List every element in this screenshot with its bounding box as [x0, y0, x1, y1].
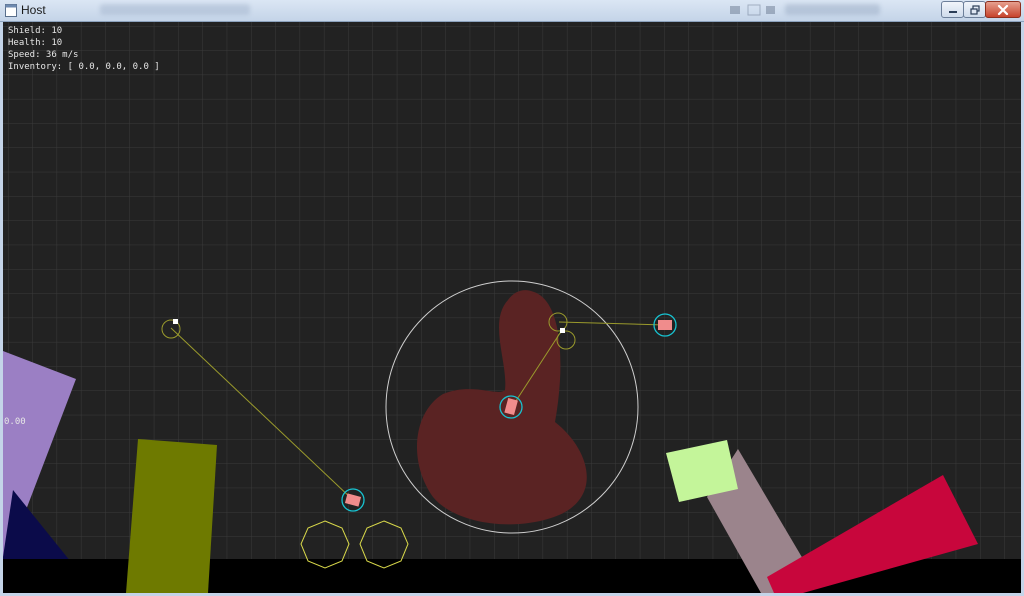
close-button[interactable]	[985, 1, 1021, 18]
minimize-icon	[948, 10, 957, 13]
game-window: Host Shield: 10 Health: 10 Speed: 36 m/s…	[0, 0, 1024, 596]
maximize-button[interactable]	[963, 1, 986, 18]
axis-value-label: 0.00	[4, 417, 26, 427]
shield-readout: Shield: 10	[8, 26, 63, 36]
maximize-icon	[969, 4, 980, 15]
game-viewport[interactable]: Shield: 10 Health: 10 Speed: 36 m/s Inve…	[3, 22, 1021, 593]
blurred-status-text	[785, 4, 880, 15]
blurred-caption-text	[100, 4, 250, 15]
window-icon	[5, 4, 17, 17]
grapple-point-left	[173, 319, 178, 324]
health-readout: Health: 10	[8, 38, 63, 48]
hud-panel: Shield: 10 Health: 10 Speed: 36 m/s Inve…	[8, 25, 160, 73]
minimize-button[interactable]	[941, 1, 964, 18]
title-bar[interactable]: Host	[0, 0, 1024, 22]
olive-block	[126, 439, 217, 593]
tray-icons	[730, 4, 775, 16]
speed-readout: Speed: 36 m/s	[8, 50, 79, 60]
grapple-point-center	[560, 328, 565, 333]
close-icon	[997, 4, 1009, 15]
inventory-readout: Inventory: [ 0.0, 0.0, 0.0 ]	[8, 62, 160, 72]
window-title: Host	[21, 3, 46, 17]
ship-right	[658, 320, 672, 330]
game-scene	[3, 22, 1021, 593]
